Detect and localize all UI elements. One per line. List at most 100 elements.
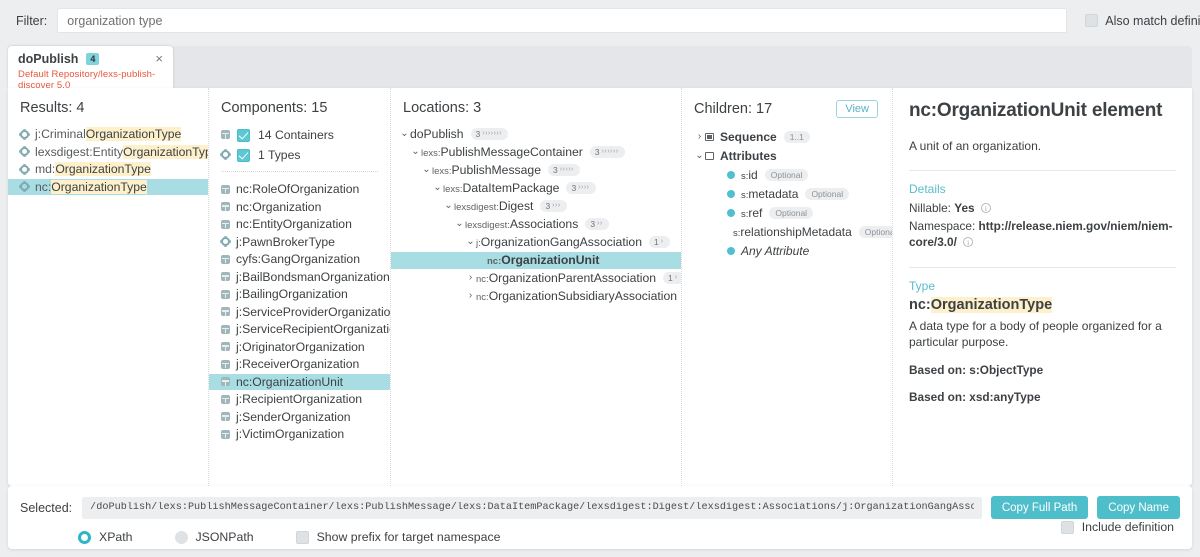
info-icon[interactable]: i [980,203,991,213]
children-node-badge: Optional [769,206,814,219]
result-item[interactable]: nc:OrganizationType [8,178,208,195]
info-icon[interactable]: i [963,237,974,247]
location-node[interactable]: ⌄ j:OrganizationGangAssociation 1 › [391,234,681,251]
show-prefix-option[interactable]: Show prefix for target namespace [295,530,501,544]
location-node[interactable]: nc:OrganizationUnit [391,252,681,269]
chevron-down-icon[interactable]: ⌄ [432,183,443,193]
chevron-down-icon[interactable]: ⌄ [410,147,421,157]
location-node[interactable]: ⌄ lexs:DataItemPackage 3 ›››› [391,180,681,197]
type-name[interactable]: nc:OrganizationType [909,297,1176,313]
selected-path-input[interactable] [82,496,982,519]
xpath-option[interactable]: XPath [78,530,133,544]
chevron-down-icon[interactable]: ⌄ [421,165,432,175]
children-node-label: Attributes [720,148,777,163]
cube-icon [221,272,230,282]
components-filter-item[interactable]: 1 Types [209,146,390,164]
filter-input[interactable] [57,8,1068,33]
components-filter-checkbox[interactable] [237,148,250,162]
component-item[interactable]: j:ServiceRecipientOrganization [209,321,390,338]
show-prefix-checkbox[interactable] [295,530,309,544]
chevron-down-icon[interactable]: ⌄ [465,237,476,247]
location-node[interactable]: › nc:OrganizationParentAssociation 1 › [391,270,681,287]
view-button[interactable]: View [836,100,878,118]
results-list: j:CriminalOrganizationType lexsdigest:Ent… [8,126,208,195]
cube-icon [221,429,230,439]
include-definition-checkbox[interactable] [1060,520,1074,534]
cube-icon [221,342,230,352]
children-node[interactable]: s:metadata Optional [682,185,892,202]
chevron-down-icon[interactable]: ⌄ [694,150,705,161]
component-item[interactable]: j:BailBondsmanOrganization [209,269,390,286]
location-node[interactable]: ⌄ lexsdigest:Associations 3 ›› [391,216,681,233]
jsonpath-radio[interactable] [174,530,188,544]
children-node[interactable]: s:ref Optional [682,204,892,221]
chevron-right-icon[interactable]: › [465,291,476,301]
xpath-radio[interactable] [78,530,91,544]
chevron-down-icon[interactable]: ⌄ [399,129,410,139]
result-item[interactable]: md:OrganizationType [8,161,208,178]
location-node[interactable]: ⌄ lexs:PublishMessage 3 ››››› [391,162,681,179]
details-title: nc:OrganizationUnit element [909,100,1163,121]
component-item[interactable]: nc:EntityOrganization [209,216,390,233]
children-node[interactable]: s:relationshipMetadata Optional [682,223,892,240]
result-item[interactable]: j:CriminalOrganizationType [8,126,208,143]
location-node[interactable]: ⌄ lexsdigest:Digest 3 ››› [391,198,681,215]
component-item[interactable]: nc:RoleOfOrganization [209,181,390,198]
also-match-definitions-option[interactable]: Also match definitions [1085,14,1200,28]
close-icon[interactable]: × [154,52,164,65]
components-filter-checkbox[interactable] [237,128,250,142]
chevron-right-icon[interactable]: › [465,273,476,283]
copy-full-path-button[interactable]: Copy Full Path [990,496,1089,519]
children-node[interactable]: › Sequence 1..1 [682,128,892,145]
component-item[interactable]: nc:OrganizationUnit [209,373,390,390]
component-item[interactable]: j:RecipientOrganization [209,391,390,408]
component-item[interactable]: j:OriginatorOrganization [209,339,390,356]
bottom-bar: Selected: Copy Full Path Copy Name XPath… [8,486,1192,549]
location-node[interactable]: ›nc:OrganizationSubsidiaryAssociation1› [391,288,681,305]
location-node-badge: 3 ››››››› [470,128,509,141]
location-node[interactable]: ⌄ doPublish 3 ››››››› [391,126,681,143]
also-match-definitions-checkbox[interactable] [1085,14,1099,27]
location-node[interactable]: ⌄ lexs:PublishMessageContainer 3 ›››››› [391,144,681,161]
copy-name-button[interactable]: Copy Name [1097,496,1180,519]
component-item[interactable]: j:SenderOrganization [209,409,390,426]
children-node-badge: 1..1 [783,130,810,143]
component-item[interactable]: j:ReceiverOrganization [209,356,390,373]
children-node[interactable]: Any Attribute [682,242,892,259]
children-node[interactable]: s:id Optional [682,166,892,183]
component-item[interactable]: j:ServiceProviderOrganization [209,304,390,321]
tab-strip: doPublish 4 × Default Repository/lexs-pu… [0,41,1200,91]
cube-icon [221,202,230,212]
components-filter-item[interactable]: 14 Containers [209,126,390,144]
type-description: A data type for a body of people organiz… [909,319,1162,349]
component-item[interactable]: j:VictimOrganization [209,426,390,443]
also-match-definitions-label: Also match definitions [1105,13,1200,28]
component-item[interactable]: cyfs:GangOrganization [209,251,390,268]
jsonpath-label: JSONPath [195,530,254,544]
cube-icon [221,254,230,264]
cube-icon [221,184,230,194]
include-definition-option[interactable]: Include definition [1060,520,1174,534]
chevron-right-icon[interactable]: › [694,131,705,142]
tab-strip-filler [173,46,1192,88]
location-node-label: nc:OrganizationParentAssociation [476,271,657,286]
chevron-down-icon[interactable]: ⌄ [443,201,454,211]
cube-icon [221,289,230,299]
result-item[interactable]: lexsdigest:EntityOrganizationType [8,144,208,161]
tab-dopublish[interactable]: doPublish 4 × Default Repository/lexs-pu… [8,46,173,91]
children-header: Children: 17 [694,101,773,117]
components-filter-list: 14 Containers 1 Types [209,126,390,164]
cube-icon [221,412,230,422]
show-prefix-label: Show prefix for target namespace [316,530,501,544]
jsonpath-option[interactable]: JSONPath [174,530,254,544]
component-item[interactable]: j:BailingOrganization [209,286,390,303]
component-item[interactable]: nc:Organization [209,199,390,216]
chevron-down-icon[interactable]: ⌄ [454,219,465,229]
children-node[interactable]: ⌄ Attributes [682,147,892,164]
children-node-label: s:id [741,167,758,182]
type-section-heading: Type [909,279,936,293]
location-node-badge: 3 ›› [585,218,609,231]
divider [909,170,1176,171]
component-item[interactable]: j:PawnBrokerType [209,234,390,251]
location-node-badge: 3 ›››› [566,182,596,195]
